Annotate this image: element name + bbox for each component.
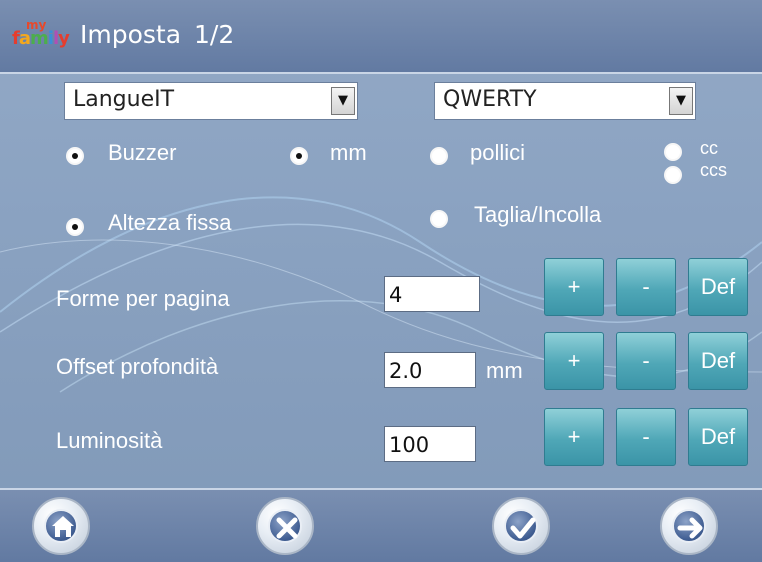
- luminosita-plus-button[interactable]: +: [544, 408, 604, 466]
- cc-radio[interactable]: [664, 143, 682, 161]
- ccs-radio[interactable]: [664, 166, 682, 184]
- chevron-down-icon[interactable]: ▼: [669, 87, 693, 115]
- arrow-right-icon: [677, 517, 703, 539]
- page-indicator: 1/2: [194, 20, 235, 49]
- cancel-button[interactable]: [256, 497, 314, 555]
- mm-radio[interactable]: [290, 147, 308, 165]
- forme-plus-button[interactable]: +: [544, 258, 604, 316]
- settings-screen: my family Imposta 1/2 LangueIT ▼ QWERTY …: [0, 0, 762, 562]
- close-icon: [276, 517, 298, 539]
- language-value: LangueIT: [73, 87, 175, 112]
- mm-label: mm: [330, 140, 367, 165]
- forme-per-pagina-label: Forme per pagina: [56, 286, 230, 311]
- luminosita-label: Luminosità: [56, 428, 163, 453]
- forme-per-pagina-input[interactable]: 4: [384, 276, 480, 312]
- keyboard-dropdown[interactable]: QWERTY ▼: [434, 82, 696, 120]
- keyboard-value: QWERTY: [443, 87, 537, 112]
- bottom-toolbar: [0, 488, 762, 562]
- taglia-incolla-radio[interactable]: [430, 210, 448, 228]
- buzzer-radio[interactable]: [66, 147, 84, 165]
- pollici-label: pollici: [470, 140, 526, 165]
- ccs-label: ccs: [700, 160, 727, 180]
- buzzer-label: Buzzer: [108, 140, 177, 165]
- title-bar: my family Imposta 1/2: [0, 0, 762, 74]
- confirm-button[interactable]: [492, 497, 550, 555]
- forme-default-button[interactable]: Def: [688, 258, 748, 316]
- offset-profondita-input[interactable]: 2.0: [384, 352, 476, 388]
- altezza-fissa-radio[interactable]: [66, 218, 84, 236]
- cc-label: cc: [700, 138, 718, 158]
- offset-unit-label: mm: [486, 358, 523, 383]
- language-dropdown[interactable]: LangueIT ▼: [64, 82, 358, 120]
- checkmark-icon: [510, 517, 536, 539]
- luminosita-input[interactable]: 100: [384, 426, 476, 462]
- page-title: Imposta: [80, 20, 182, 49]
- pollici-radio[interactable]: [430, 147, 448, 165]
- home-icon: [52, 516, 74, 537]
- forme-minus-button[interactable]: -: [616, 258, 676, 316]
- luminosita-minus-button[interactable]: -: [616, 408, 676, 466]
- offset-default-button[interactable]: Def: [688, 332, 748, 390]
- logo-family-text: family: [12, 28, 70, 49]
- offset-minus-button[interactable]: -: [616, 332, 676, 390]
- offset-plus-button[interactable]: +: [544, 332, 604, 390]
- chevron-down-icon[interactable]: ▼: [331, 87, 355, 115]
- family-logo: my family: [12, 18, 74, 56]
- offset-profondita-label: Offset profondità: [56, 354, 219, 379]
- altezza-fissa-label: Altezza fissa: [108, 210, 232, 235]
- home-button[interactable]: [32, 497, 90, 555]
- next-button[interactable]: [660, 497, 718, 555]
- taglia-incolla-label: Taglia/Incolla: [474, 202, 602, 227]
- luminosita-default-button[interactable]: Def: [688, 408, 748, 466]
